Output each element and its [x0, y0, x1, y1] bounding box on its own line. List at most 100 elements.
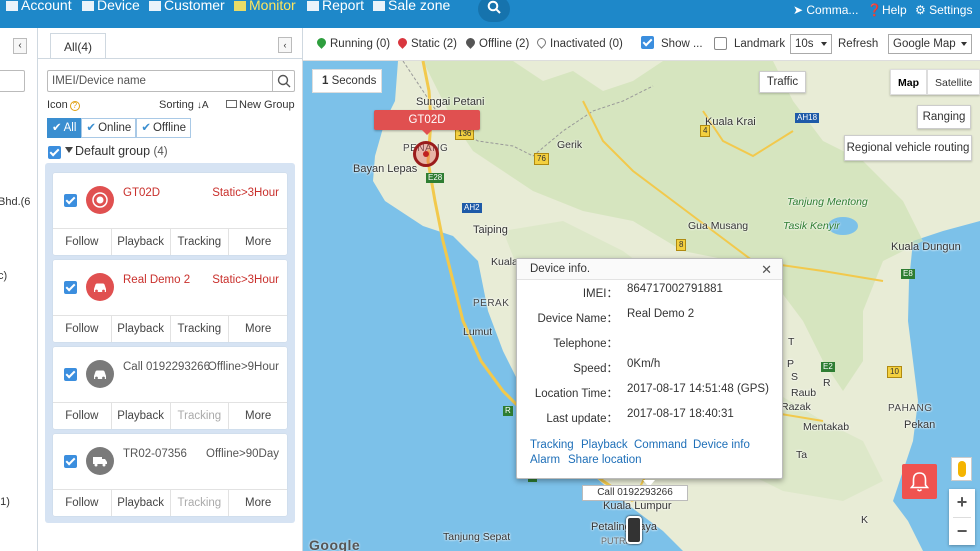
device-map-label[interactable]: GT02D [374, 110, 480, 135]
search-icon [487, 0, 501, 14]
device-name: GT02D [123, 187, 161, 199]
map-label: Lumut [463, 326, 493, 338]
refresh-countdown: 1 Seconds [312, 69, 382, 93]
map-provider-select[interactable]: Google Map [888, 34, 972, 54]
follow-button[interactable]: Follow [53, 229, 112, 255]
left-search-box[interactable] [0, 70, 25, 92]
regional-routing-button[interactable]: Regional vehicle routing [844, 135, 972, 161]
device-marker-icon[interactable] [413, 141, 439, 167]
icon-setting[interactable]: Icon? [47, 99, 80, 111]
popup-alarm-link[interactable]: Alarm [530, 454, 560, 466]
tab-all[interactable]: All(4) [50, 33, 106, 59]
follow-button[interactable]: Follow [53, 403, 112, 429]
street-view-pegman-icon[interactable] [951, 457, 972, 481]
nav-help[interactable]: ❓Help [867, 3, 907, 17]
nav-customer[interactable]: Customer [149, 0, 225, 18]
follow-button[interactable]: Follow [53, 316, 112, 342]
alarm-button[interactable] [902, 464, 937, 499]
device-checkbox[interactable] [64, 281, 77, 294]
google-logo: Google [309, 537, 361, 551]
more-button[interactable]: More [229, 316, 287, 342]
map-label: PERAK [473, 298, 510, 309]
car-marker-icon[interactable] [626, 516, 642, 544]
landmark-checkbox[interactable] [714, 37, 727, 50]
group-checkbox[interactable] [48, 146, 61, 159]
close-icon[interactable]: ✕ [761, 262, 772, 278]
nav-sale-zone[interactable]: Sale zone [373, 0, 450, 18]
device-checkbox[interactable] [64, 455, 77, 468]
map-label: Kuala [491, 256, 518, 268]
running-filter[interactable]: Running (0) [315, 36, 390, 50]
filter-online[interactable]: ✔ Online [81, 118, 137, 138]
device-map-tag[interactable]: Call 0192293266 [582, 485, 688, 501]
device-card[interactable]: GT02D Static>3Hour Follow Playback Track… [53, 173, 287, 255]
show-checkbox[interactable] [641, 36, 654, 49]
sorting-control[interactable]: Sorting ↓A [159, 99, 209, 111]
group-name: Default group [75, 144, 151, 158]
device-group-list: GT02D Static>3Hour Follow Playback Track… [45, 163, 295, 523]
map-label: Gerik [557, 139, 583, 151]
map-label: Kuala Krai [705, 116, 756, 128]
device-search-input[interactable] [52, 73, 270, 89]
device-card[interactable]: Call 0192293266 Offline>9Hour Follow Pla… [53, 347, 287, 429]
map-label: Gua Musang [688, 220, 749, 232]
road-shield: E8 [901, 269, 915, 279]
offline-filter[interactable]: Offline (2) [464, 36, 529, 50]
playback-button[interactable]: Playback [112, 403, 171, 429]
device-status: Static>3Hour [212, 187, 279, 199]
map-status-bar: Running (0) Static (2) Offline (2) Inact… [303, 28, 980, 61]
zoom-in-button[interactable]: + [949, 489, 975, 517]
popup-playback-link[interactable]: Playback [581, 439, 628, 451]
nav-label: Sale zone [388, 0, 451, 13]
check-icon: ✔ [86, 122, 97, 134]
map-type-satellite[interactable]: Satellite [927, 69, 980, 95]
device-checkbox[interactable] [64, 194, 77, 207]
map-type-map[interactable]: Map [890, 69, 927, 95]
playback-button[interactable]: Playback [112, 316, 171, 342]
device-card[interactable]: Real Demo 2 Static>3Hour Follow Playback… [53, 260, 287, 342]
nav-command[interactable]: ➤ Comma... [793, 3, 858, 17]
filter-all[interactable]: ✔ All [47, 118, 82, 138]
playback-button[interactable]: Playback [112, 490, 171, 516]
road-shield: E2 [821, 362, 835, 372]
map-label: Tanjung Mentong [787, 196, 868, 208]
inactivated-filter[interactable]: Inactivated (0) [535, 36, 623, 50]
refresh-interval-select[interactable]: 10s [790, 34, 832, 54]
nav-account[interactable]: Account [6, 0, 72, 18]
follow-button[interactable]: Follow [53, 490, 112, 516]
popup-device-info-link[interactable]: Device info [693, 439, 750, 451]
traffic-button[interactable]: Traffic [759, 71, 806, 93]
new-group-button[interactable]: New Group [226, 99, 295, 111]
more-button[interactable]: More [229, 490, 287, 516]
popup-command-link[interactable]: Command [634, 439, 687, 451]
nav-report[interactable]: Report [307, 0, 364, 18]
filter-offline[interactable]: ✔ Offline [136, 118, 191, 138]
device-checkbox[interactable] [64, 368, 77, 381]
zoom-out-button[interactable]: − [949, 518, 975, 546]
search-button[interactable] [272, 71, 294, 91]
map-canvas[interactable]: Sungai Petani Bayan Lepas PENANG Gerik K… [303, 61, 980, 551]
playback-button[interactable]: Playback [112, 229, 171, 255]
nav-device[interactable]: Device [82, 0, 140, 18]
nav-monitor[interactable]: Monitor [234, 0, 296, 18]
tab-divider [38, 58, 303, 59]
ranging-button[interactable]: Ranging [917, 105, 971, 129]
popup-share-location-link[interactable]: Share location [568, 454, 642, 466]
nav-settings[interactable]: ⚙ Settings [915, 3, 972, 17]
group-title[interactable]: Default group (4) [65, 144, 168, 158]
road-shield: 76 [534, 153, 549, 165]
more-button[interactable]: More [229, 229, 287, 255]
seconds-label: Seconds [331, 75, 377, 87]
device-card[interactable]: TR02-07356 Offline>90Day Follow Playback… [53, 434, 287, 516]
tracking-button[interactable]: Tracking [171, 316, 230, 342]
collapse-panel-button[interactable]: ‹ [278, 37, 292, 53]
chevron-down-icon [961, 42, 967, 46]
speed-value: 0Km/h [627, 358, 661, 370]
more-button[interactable]: More [229, 403, 287, 429]
nav-search-button[interactable] [478, 0, 510, 22]
static-filter[interactable]: Static (2) [396, 36, 457, 50]
map-label: S [791, 371, 799, 383]
popup-tracking-link[interactable]: Tracking [530, 439, 574, 451]
collapse-left-button[interactable]: ‹ [13, 38, 27, 54]
tracking-button[interactable]: Tracking [171, 229, 230, 255]
